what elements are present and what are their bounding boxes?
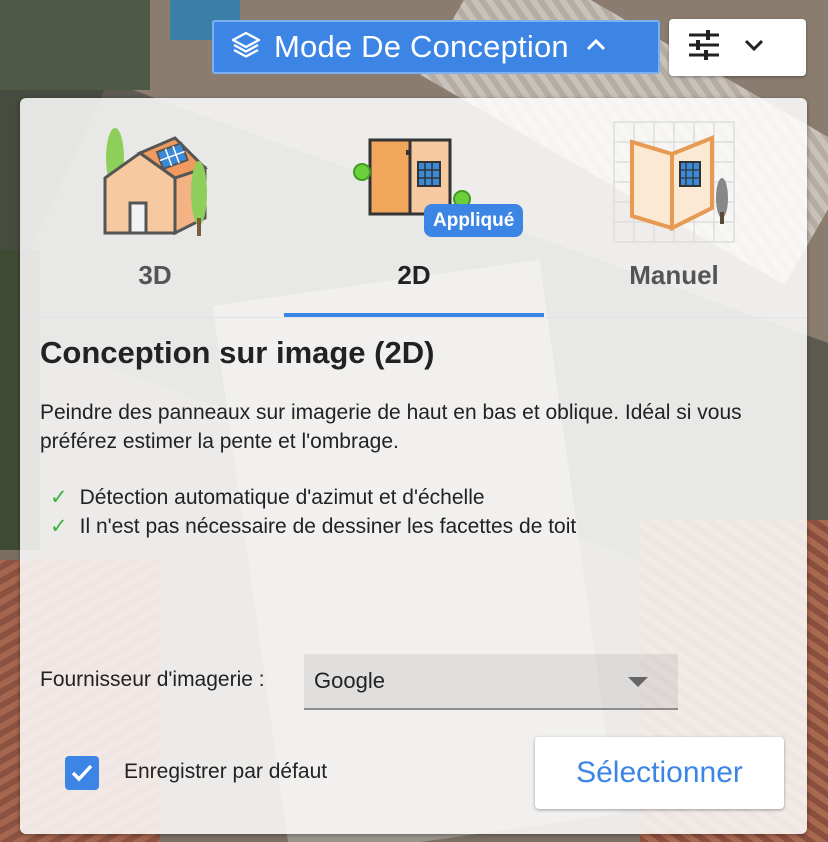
select-button[interactable]: Sélectionner	[535, 737, 784, 809]
tab-manuel[interactable]: Manuel	[544, 98, 804, 316]
tab-3d[interactable]: 3D	[25, 98, 285, 316]
imagery-provider-select[interactable]: Google	[304, 654, 678, 710]
manual-grid-icon	[612, 120, 736, 249]
tab-3d-label: 3D	[138, 260, 172, 290]
design-mode-label: Mode De Conception	[274, 29, 569, 64]
aerial-trees	[0, 0, 150, 90]
feature-list: ✓ Détection automatique d'azimut et d'éc…	[50, 483, 576, 541]
checkmark-icon	[71, 764, 93, 782]
feature-text: Détection automatique d'azimut et d'éche…	[79, 486, 485, 509]
check-icon: ✓	[50, 515, 68, 538]
chevron-up-icon	[585, 37, 607, 58]
applied-badge: Appliqué	[424, 204, 524, 237]
display-settings-button[interactable]	[669, 19, 806, 76]
house-3d-icon	[95, 118, 215, 243]
design-mode-panel: 3D 2D Manuel Appliqué Conception sur ima…	[20, 98, 807, 834]
tabs-divider	[20, 317, 807, 318]
check-icon: ✓	[50, 486, 68, 509]
dropdown-arrow-icon	[628, 677, 648, 687]
panel-description: Peindre des panneaux sur imagerie de hau…	[40, 401, 742, 453]
sliders-icon	[687, 30, 721, 65]
tab-2d-label: 2D	[397, 260, 431, 290]
design-mode-tabs: 3D 2D Manuel Appliqué	[20, 98, 807, 318]
design-mode-button[interactable]: Mode De Conception	[212, 20, 660, 74]
imagery-provider-value: Google	[314, 668, 385, 693]
save-default-checkbox[interactable]	[65, 756, 99, 790]
panel-title: Conception sur image (2D)	[40, 335, 435, 370]
list-item: ✓ Il n'est pas nécessaire de dessiner le…	[50, 512, 576, 541]
layers-icon	[230, 29, 262, 66]
feature-text: Il n'est pas nécessaire de dessiner les …	[79, 515, 577, 538]
chevron-down-icon	[743, 38, 765, 57]
list-item: ✓ Détection automatique d'azimut et d'éc…	[50, 483, 576, 512]
imagery-provider-label: Fournisseur d'imagerie :	[40, 668, 265, 691]
save-default-label[interactable]: Enregistrer par défaut	[124, 760, 327, 784]
tab-manuel-label: Manuel	[629, 260, 719, 290]
